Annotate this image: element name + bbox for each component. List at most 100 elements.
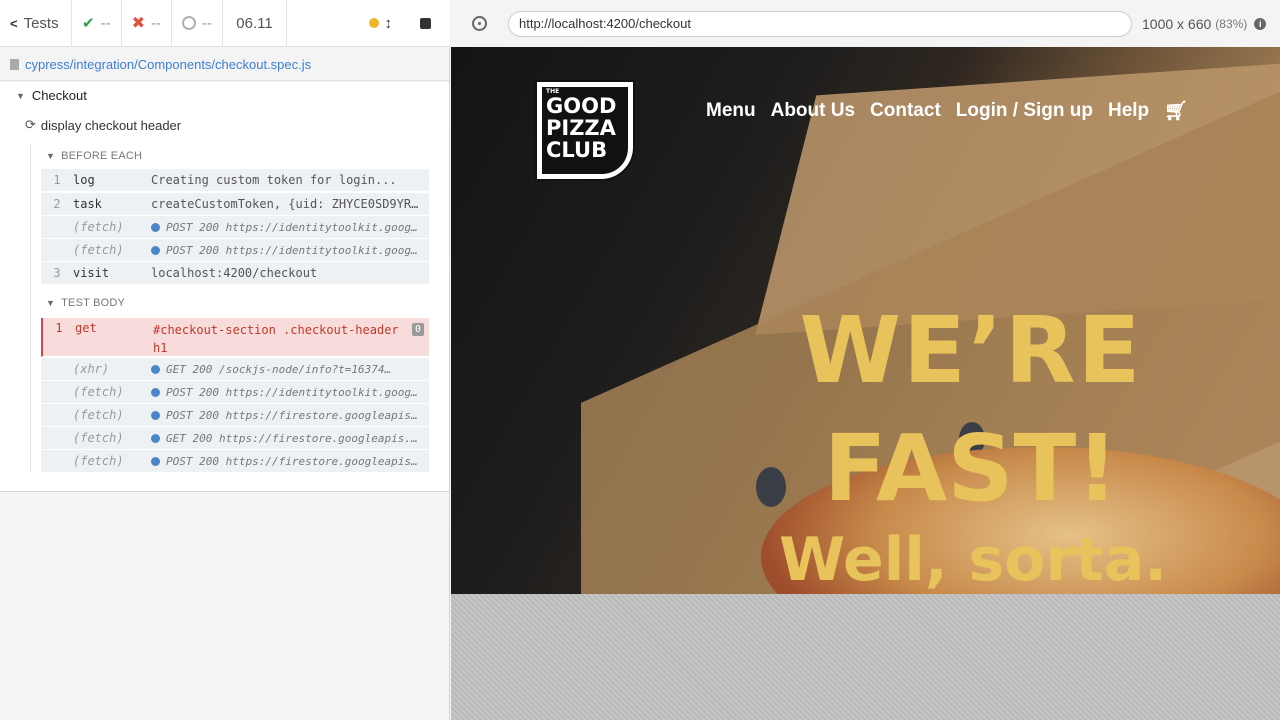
command-name: (fetch) [73, 454, 124, 468]
logo-text: GOOD [546, 94, 617, 118]
status-dot-icon [151, 410, 160, 420]
aut-iframe: THE GOOD PIZZA CLUB Menu About Us Contac… [451, 47, 1280, 594]
logo-text: CLUB [546, 138, 608, 162]
pending-stat: -- [172, 0, 223, 47]
hook-label: BEFORE EACH [61, 150, 143, 162]
status-dot-icon [151, 433, 160, 443]
tests-button[interactable]: < Tests [0, 0, 72, 47]
command-row-failed[interactable]: 1 get #checkout-section .checkout-header… [41, 318, 429, 357]
hero-line-1: WE’RE [799, 297, 1143, 404]
command-name: (fetch) [73, 243, 124, 257]
command-row[interactable]: (fetch) GET 200 https://firestore.google… [41, 427, 429, 450]
command-message: #checkout-section .checkout-header h1 [153, 323, 399, 355]
command-message: localhost:4200/checkout [151, 266, 318, 280]
test-title: display checkout header [40, 117, 182, 133]
caret-down-icon: ▼ [46, 298, 56, 308]
command-message: POST 200 https://identitytoolkit.googlea… [166, 385, 429, 399]
refresh-icon: ⟳ [25, 117, 36, 132]
suite-title: Checkout [31, 88, 87, 103]
status-dot-icon [151, 364, 160, 374]
command-message: createCustomToken, {uid: ZHYCE0SD9YR… [151, 197, 419, 211]
status-dot-icon [151, 456, 160, 466]
url-bar[interactable]: http://localhost:4200/checkout [508, 10, 1132, 37]
cart-icon[interactable]: 🛒︎ [1164, 99, 1188, 123]
viewport-size: 1000 x 660 [1142, 15, 1212, 32]
failed-count: -- [150, 14, 161, 32]
status-dot-icon [151, 222, 160, 232]
command-number: 2 [53, 197, 61, 211]
spec-path-link[interactable]: cypress/integration/Components/checkout.… [25, 57, 311, 72]
nav-login-signup[interactable]: Login / Sign up [956, 100, 1093, 122]
command-message: POST 200 https://firestore.googleapis.co… [166, 454, 429, 468]
url-text: http://localhost:4200/checkout [519, 16, 692, 31]
command-row[interactable]: (fetch) POST 200 https://identitytoolkit… [41, 239, 429, 262]
file-icon [10, 58, 19, 70]
command-number: 1 [53, 173, 61, 187]
command-message: Creating custom token for login... [151, 173, 397, 187]
caret-down-icon: ▼ [16, 90, 25, 101]
status-dot-icon [151, 245, 160, 255]
command-number: 1 [55, 321, 63, 335]
failed-stat: ✖ -- [122, 0, 172, 47]
command-name: log [73, 173, 95, 187]
aut-header: http://localhost:4200/checkout 1000 x 66… [451, 0, 1280, 47]
nav-help[interactable]: Help [1108, 100, 1149, 122]
command-row[interactable]: 2 task createCustomToken, {uid: ZHYCE0SD… [41, 193, 429, 216]
hook-label: TEST BODY [61, 297, 126, 309]
selector-playground-icon[interactable] [472, 16, 487, 31]
element-count-badge: 0 [411, 323, 424, 336]
viewport-empty-area [451, 594, 1280, 720]
command-message: GET 200 /sockjs-node/info?t=16374… [166, 362, 392, 376]
duration: 06.11 [223, 0, 287, 47]
info-icon[interactable]: i [1254, 17, 1267, 30]
spec-bar: cypress/integration/Components/checkout.… [0, 48, 449, 81]
viewport-scale: (83%) [1215, 16, 1248, 31]
nav-about-us[interactable]: About Us [771, 100, 855, 122]
suite-checkout[interactable]: ▼ Checkout [16, 88, 87, 103]
command-row[interactable]: (fetch) POST 200 https://firestore.googl… [41, 450, 429, 473]
command-row[interactable]: 3 visit localhost:4200/checkout [41, 262, 429, 285]
site-logo[interactable]: THE GOOD PIZZA CLUB [535, 80, 635, 181]
command-row[interactable]: (fetch) POST 200 https://identitytoolkit… [41, 381, 429, 404]
caret-down-icon: ▼ [46, 151, 56, 161]
passed-count: -- [100, 14, 111, 32]
logo-text: PIZZA [546, 116, 616, 140]
command-number: 3 [53, 266, 61, 280]
command-name: get [75, 321, 97, 335]
command-message: POST 200 https://identitytoolkit.googlea… [166, 243, 429, 257]
hook-test-body[interactable]: ▼ TEST BODY [46, 297, 125, 309]
site-nav: Menu About Us Contact Login / Sign up He… [706, 99, 1188, 123]
auto-scroll-icon[interactable]: ↕ [385, 15, 393, 32]
test-border [30, 143, 31, 473]
command-row[interactable]: (fetch) POST 200 https://identitytoolkit… [41, 216, 429, 239]
check-icon: ✔ [82, 15, 95, 32]
command-row[interactable]: (fetch) POST 200 https://firestore.googl… [41, 404, 429, 427]
command-row[interactable]: 1 log Creating custom token for login... [41, 169, 429, 192]
hook-before-each[interactable]: ▼ BEFORE EACH [46, 150, 142, 162]
command-name: visit [73, 266, 110, 280]
command-name: (fetch) [73, 220, 124, 234]
running-indicator-icon [368, 18, 379, 28]
stats-bar: < Tests ✔ -- ✖ -- -- 06.11 ↕ [0, 0, 450, 47]
command-message: POST 200 https://identitytoolkit.googlea… [166, 220, 429, 234]
x-icon: ✖ [131, 15, 145, 32]
command-name: task [73, 197, 102, 211]
test-display-checkout-header[interactable]: ⟳ display checkout header [25, 117, 181, 133]
run-controls: ↕ [287, 0, 450, 47]
hero-line-2: FAST! [823, 415, 1119, 522]
pending-count: -- [201, 14, 212, 32]
command-message: GET 200 https://firestore.googleapis.com… [166, 431, 429, 445]
nav-contact[interactable]: Contact [870, 100, 941, 122]
runnables: ▼ Checkout ⟳ display checkout header ▼ B… [0, 82, 449, 492]
tests-label: Tests [23, 14, 59, 32]
command-message: POST 200 https://firestore.googleapis.co… [166, 408, 429, 422]
reporter-panel: < Tests ✔ -- ✖ -- -- 06.11 ↕ cypress/int… [0, 0, 450, 720]
command-name: (fetch) [73, 431, 124, 445]
command-row[interactable]: (xhr) GET 200 /sockjs-node/info?t=16374… [41, 358, 429, 381]
viewport-info[interactable]: 1000 x 660 (83%) i [1142, 15, 1267, 32]
stop-button[interactable] [420, 17, 431, 29]
pending-circle-icon [181, 16, 196, 30]
nav-menu[interactable]: Menu [706, 100, 756, 122]
hero-heading: WE’RE FAST! [781, 305, 1161, 519]
status-dot-icon [151, 387, 160, 397]
